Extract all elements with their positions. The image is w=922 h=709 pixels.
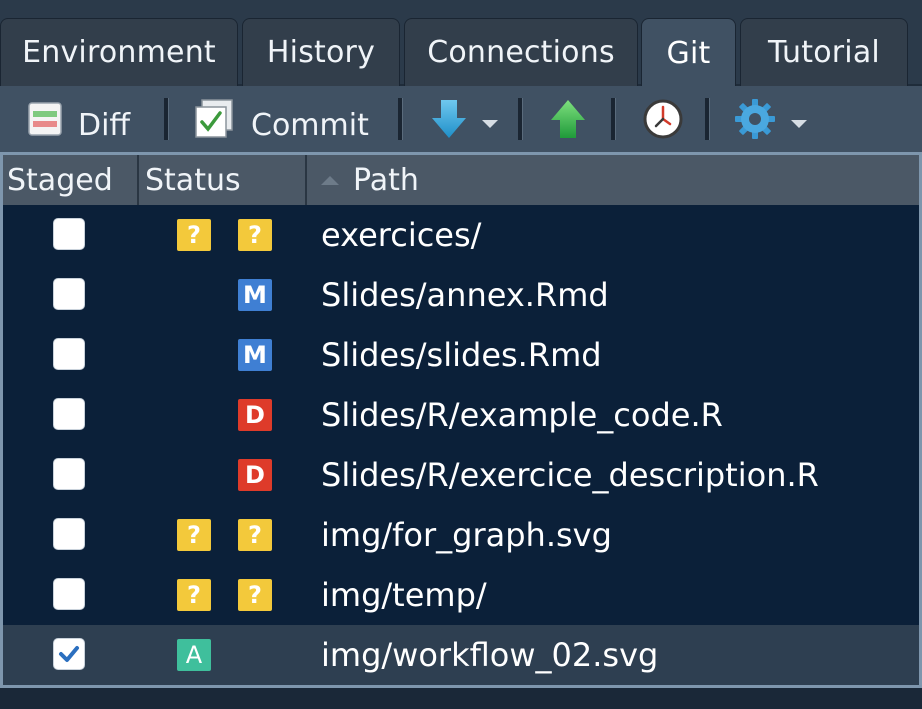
chevron-down-icon[interactable] [791, 120, 807, 128]
column-header-status-label: Status [145, 162, 241, 198]
tab-history[interactable]: History [242, 18, 400, 86]
file-path: Slides/R/example_code.R [321, 396, 723, 434]
diff-button[interactable]: Diff [28, 86, 130, 152]
push-arrow-up-icon [551, 100, 585, 138]
pane-bottom-border [0, 688, 922, 709]
sort-ascending-icon [321, 175, 339, 185]
commit-button[interactable]: Commit [193, 86, 369, 152]
toolbar-divider [518, 98, 523, 140]
diff-label: Diff [78, 107, 131, 143]
toolbar-divider [705, 98, 710, 140]
table-row[interactable]: M Slides/slides.Rmd [3, 325, 919, 385]
staged-checkbox[interactable] [53, 458, 85, 490]
column-header-path-label: Path [353, 162, 419, 198]
worktree-status-badge: ? [238, 219, 272, 251]
history-clock-icon [643, 99, 683, 139]
file-path: img/temp/ [321, 576, 487, 614]
worktree-status-badge: D [238, 399, 272, 431]
table-row[interactable]: Aimg/workflow_02.svg [3, 625, 919, 685]
worktree-status-badge: M [238, 279, 272, 311]
column-header-staged-label: Staged [7, 162, 113, 198]
file-path: Slides/slides.Rmd [321, 336, 602, 374]
tab-tutorial[interactable]: Tutorial [740, 18, 908, 86]
staged-checkbox[interactable] [53, 278, 85, 310]
table-row[interactable]: ?? exercices/ [3, 205, 919, 265]
file-path: img/workflow_02.svg [321, 636, 659, 674]
index-status-badge: ? [177, 579, 211, 611]
worktree-status-badge: D [238, 459, 272, 491]
file-path: Slides/R/exercice_description.R [321, 456, 819, 494]
gear-icon [735, 99, 775, 139]
tab-git[interactable]: Git [641, 18, 736, 88]
index-status-badge: A [177, 639, 211, 671]
diff-icon [28, 102, 62, 136]
file-path: exercices/ [321, 216, 482, 254]
history-button[interactable] [643, 86, 683, 152]
staged-checkbox[interactable] [53, 578, 85, 610]
toolbar-divider [398, 98, 403, 140]
table-row[interactable]: M Slides/annex.Rmd [3, 265, 919, 325]
staged-checkbox[interactable] [53, 518, 85, 550]
worktree-status-badge: ? [238, 519, 272, 551]
commit-icon [195, 99, 233, 138]
pane-tab-bar: Environment History Connections Git Tuto… [0, 0, 922, 88]
staged-checkbox[interactable] [53, 398, 85, 430]
pull-button[interactable] [430, 86, 498, 152]
table-row[interactable]: ?? img/for_graph.svg [3, 505, 919, 565]
git-toolbar: Diff Commit [0, 86, 922, 152]
table-row[interactable]: ?? img/temp/ [3, 565, 919, 625]
worktree-status-badge: ? [238, 579, 272, 611]
toolbar-divider [164, 98, 169, 140]
column-header-staged[interactable]: Staged [3, 155, 139, 205]
staged-checkbox[interactable] [53, 338, 85, 370]
column-header-path[interactable]: Path [307, 155, 919, 205]
staged-checkbox[interactable] [53, 638, 85, 670]
index-status-badge: ? [177, 219, 211, 251]
toolbar-divider [611, 98, 616, 140]
table-header: Staged Status Path [3, 155, 919, 205]
commit-label: Commit [251, 107, 369, 143]
index-status-badge: ? [177, 519, 211, 551]
more-settings-button[interactable] [733, 86, 807, 152]
chevron-down-icon[interactable] [482, 120, 498, 128]
pull-arrow-down-icon [432, 100, 466, 138]
tab-environment[interactable]: Environment [0, 18, 238, 86]
staged-checkbox[interactable] [53, 218, 85, 250]
worktree-status-badge: M [238, 339, 272, 371]
checkmark-icon [59, 646, 79, 662]
column-header-status[interactable]: Status [139, 155, 307, 205]
tab-connections[interactable]: Connections [404, 18, 638, 86]
changes-table: Staged Status Path ?? exercices/M Slides/a… [0, 152, 922, 688]
push-button[interactable] [549, 86, 587, 152]
file-path: Slides/annex.Rmd [321, 276, 609, 314]
table-row[interactable]: D Slides/R/example_code.R [3, 385, 919, 445]
table-row[interactable]: D Slides/R/exercice_description.R [3, 445, 919, 505]
file-path: img/for_graph.svg [321, 516, 612, 554]
